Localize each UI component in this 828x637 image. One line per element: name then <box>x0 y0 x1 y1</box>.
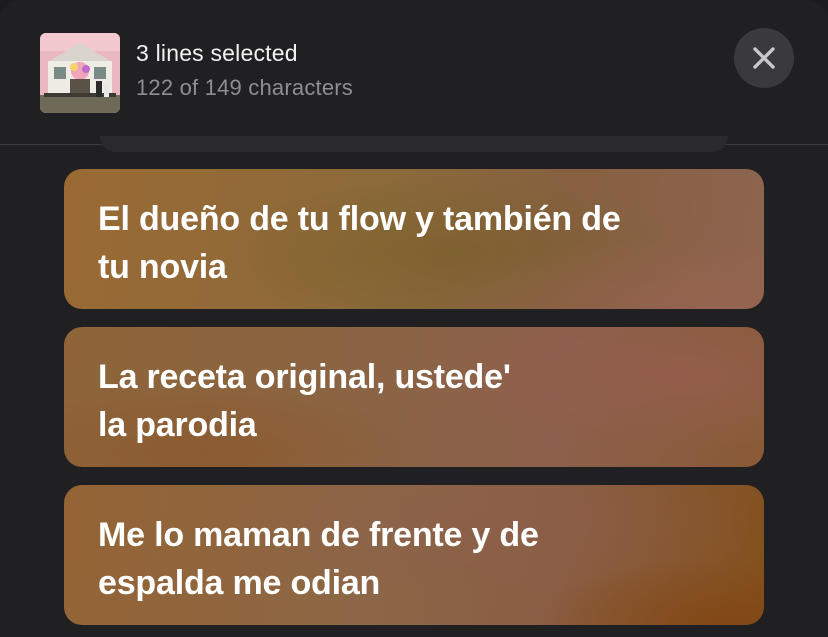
sheet-header: 3 lines selected 122 of 149 characters <box>0 0 828 144</box>
lyric-card-2[interactable]: La receta original, ustede' la parodia <box>64 327 764 467</box>
album-artwork <box>40 33 120 113</box>
close-button[interactable] <box>734 28 794 88</box>
lyric-line: espalda me odian <box>98 564 381 602</box>
lyric-line: tu novia <box>98 248 227 286</box>
lyric-card-3[interactable]: Me lo maman de frente y de espalda me od… <box>64 485 764 625</box>
lyrics-share-sheet: 3 lines selected 122 of 149 characters E… <box>0 0 828 637</box>
lyric-line: la parodia <box>98 406 257 444</box>
album-artwork-image <box>40 33 120 113</box>
lyric-card-1[interactable]: El dueño de tu flow y también de tu novi… <box>64 169 764 309</box>
close-icon <box>753 47 775 69</box>
lyric-line: El dueño de tu flow y también de <box>98 200 621 238</box>
character-count: 122 of 149 characters <box>136 75 354 100</box>
previous-card-peek <box>100 136 728 152</box>
selection-title: 3 lines selected <box>136 40 298 66</box>
lyric-line: La receta original, ustede' <box>98 358 511 396</box>
lyric-line: Me lo maman de frente y de <box>98 516 539 554</box>
